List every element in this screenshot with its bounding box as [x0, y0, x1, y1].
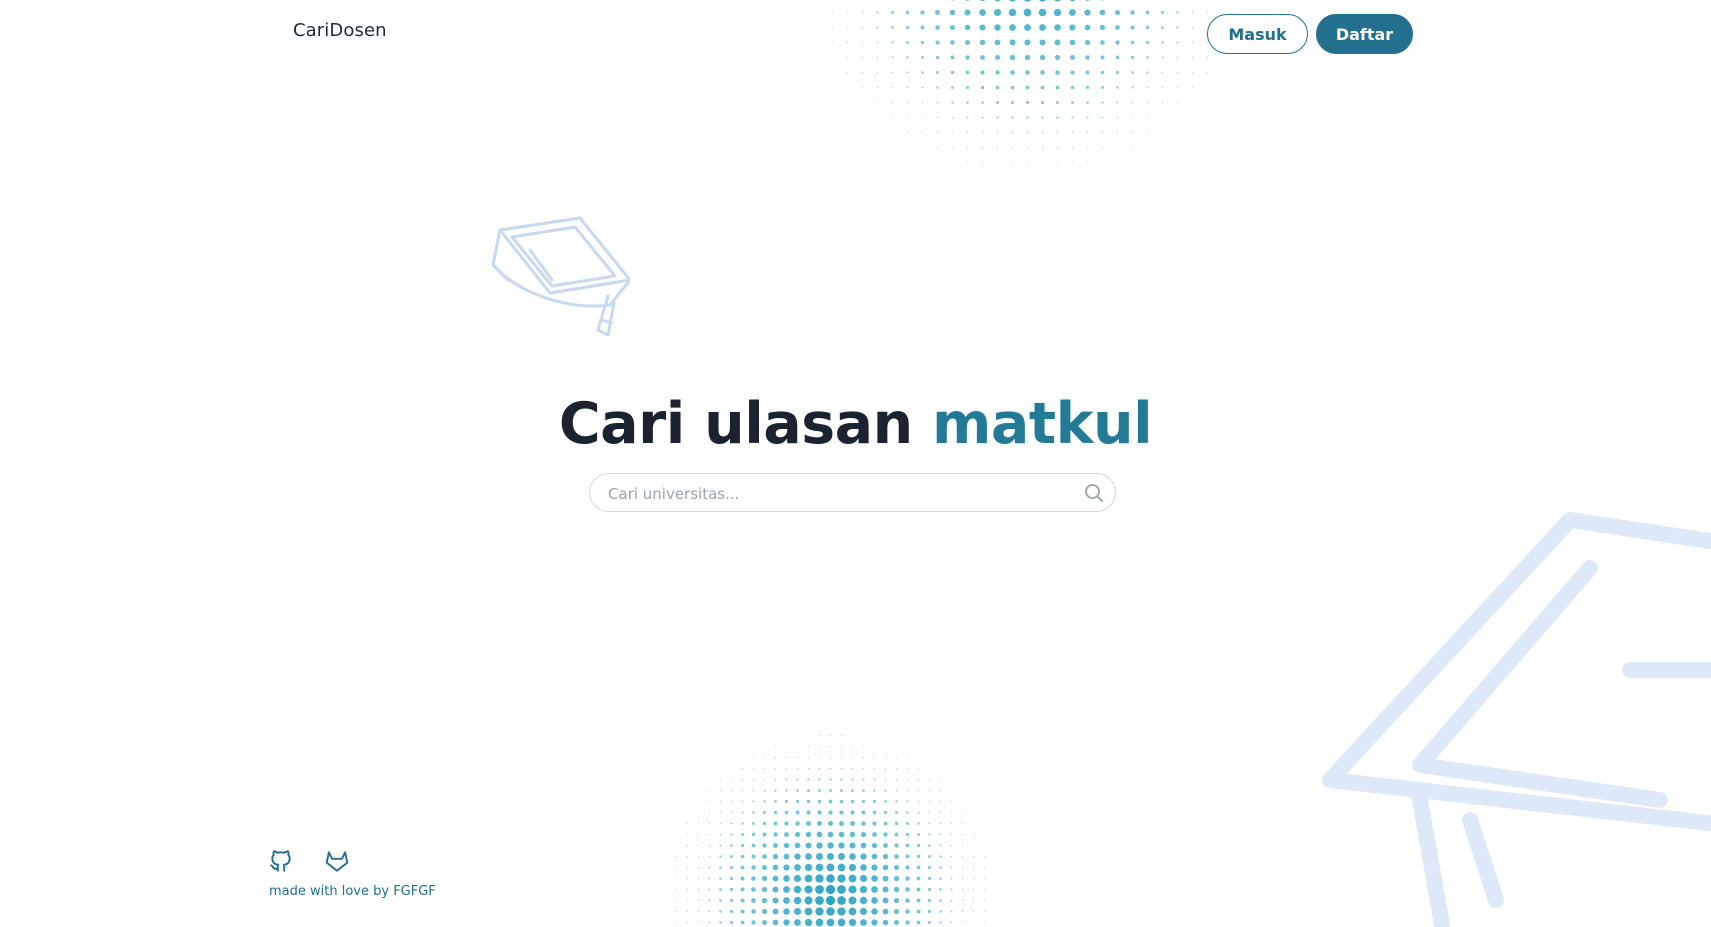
search-input[interactable] — [606, 474, 1050, 513]
search-bar — [589, 473, 1116, 513]
graduation-cap-large-icon — [1322, 512, 1711, 927]
credit-text: made with love by FGFGF — [269, 884, 436, 899]
brand-logo[interactable]: CariDosen — [293, 20, 387, 41]
search-icon[interactable] — [1083, 482, 1105, 504]
hero-title-accent: matkul — [932, 391, 1153, 457]
hero-title-main: Cari ulasan — [558, 391, 913, 457]
github-icon[interactable] — [268, 848, 294, 874]
login-button[interactable]: Masuk — [1207, 14, 1308, 54]
halftone-dots-bottom — [675, 734, 986, 927]
landing-page: CariDosen Masuk Daftar Cari ulasan matku… — [0, 0, 1711, 927]
halftone-dots-top — [831, 0, 1239, 164]
gitlab-icon[interactable] — [324, 848, 350, 874]
hero-title: Cari ulasan matkul — [0, 386, 1711, 462]
register-button[interactable]: Daftar — [1316, 14, 1413, 54]
graduation-cap-icon — [491, 216, 630, 337]
